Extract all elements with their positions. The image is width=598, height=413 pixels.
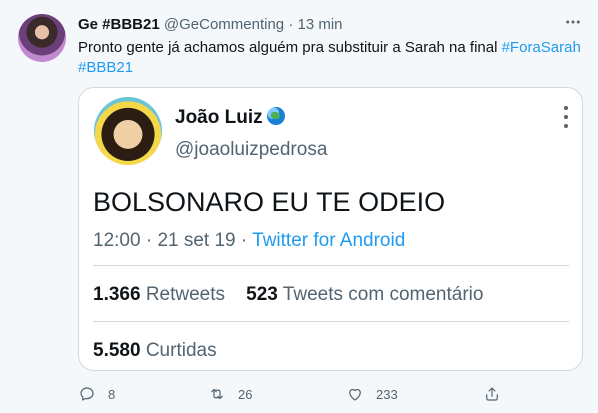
like-button[interactable]: 233 bbox=[346, 384, 398, 404]
tweet-header: Ge #BBB21 @GeCommenting · 13 min bbox=[78, 15, 343, 35]
globe-icon bbox=[266, 107, 285, 125]
retweets-count: 1.366 bbox=[93, 284, 141, 305]
reply-count: 8 bbox=[108, 386, 116, 402]
quote-count: 523 bbox=[246, 284, 278, 305]
tweet-text: Pronto gente já achamos alguém pra subst… bbox=[78, 38, 583, 78]
quoted-author-avatar[interactable] bbox=[94, 97, 162, 165]
tweet-text-plain: Pronto gente já achamos alguém pra subst… bbox=[78, 39, 502, 56]
hashtag-bbb21[interactable]: #BBB21 bbox=[78, 59, 133, 76]
more-vertical-icon[interactable] bbox=[562, 106, 570, 128]
likes-stat[interactable]: 5.580 Curtidas bbox=[93, 339, 217, 363]
like-count: 233 bbox=[376, 386, 398, 402]
hashtag-forasarah[interactable]: #ForaSarah bbox=[502, 39, 581, 56]
quoted-tweet-text: BOLSONARO EU TE ODEIO bbox=[93, 187, 446, 217]
author-handle[interactable]: @GeCommenting bbox=[164, 16, 284, 33]
meta-separator: · bbox=[145, 230, 153, 251]
quoted-author-name-row: João Luiz bbox=[175, 106, 285, 130]
divider bbox=[93, 265, 569, 266]
retweets-stat[interactable]: 1.366 Retweets bbox=[93, 284, 225, 305]
retweet-icon bbox=[211, 388, 223, 400]
tweet-actions: 8 26 233 bbox=[78, 384, 498, 404]
likes-count: 5.580 bbox=[93, 340, 141, 361]
quoted-time[interactable]: 12:00 bbox=[93, 230, 141, 251]
author-avatar[interactable] bbox=[18, 14, 66, 62]
tweet-time[interactable]: 13 min bbox=[298, 16, 343, 33]
heart-icon bbox=[349, 388, 361, 401]
quoted-author-name[interactable]: João Luiz bbox=[175, 107, 263, 128]
retweets-label: Retweets bbox=[145, 284, 226, 305]
tweet: Ge #BBB21 @GeCommenting · 13 min Pronto … bbox=[0, 0, 598, 413]
more-icon[interactable] bbox=[562, 12, 584, 32]
separator-dot: · bbox=[288, 16, 294, 33]
quoted-stats-row: 1.366 Retweets 523 Tweets com comentário bbox=[93, 283, 483, 307]
reply-icon bbox=[80, 387, 94, 401]
quoted-source-link[interactable]: Twitter for Android bbox=[252, 230, 405, 251]
meta-separator: · bbox=[240, 230, 248, 251]
retweet-button[interactable]: 26 bbox=[208, 384, 252, 404]
divider bbox=[93, 321, 569, 322]
share-icon bbox=[486, 387, 498, 401]
quote-label: Tweets com comentário bbox=[282, 284, 484, 305]
author-name[interactable]: Ge #BBB21 bbox=[78, 16, 160, 33]
reply-button[interactable]: 8 bbox=[78, 384, 115, 404]
likes-label: Curtidas bbox=[145, 340, 217, 361]
quoted-tweet-meta: 12:00 · 21 set 19 · Twitter for Android bbox=[93, 229, 405, 253]
quoted-date[interactable]: 21 set 19 bbox=[157, 230, 235, 251]
quoted-tweet-card[interactable]: João Luiz @joaoluizpedrosa BOLSONARO EU … bbox=[78, 87, 583, 371]
retweet-count: 26 bbox=[238, 386, 253, 402]
share-button[interactable] bbox=[483, 384, 513, 404]
quote-tweets-stat[interactable]: 523 Tweets com comentário bbox=[246, 284, 483, 305]
quoted-author-handle[interactable]: @joaoluizpedrosa bbox=[175, 138, 327, 162]
